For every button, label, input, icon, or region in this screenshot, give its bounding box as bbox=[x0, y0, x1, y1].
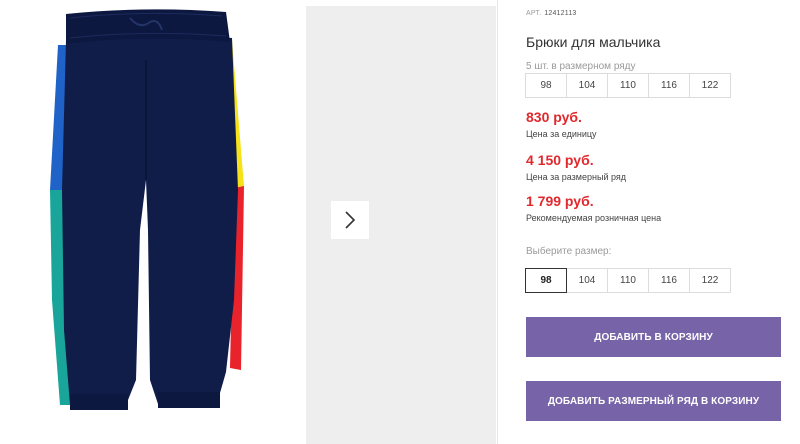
unit-price: 830 руб. bbox=[526, 109, 582, 125]
retail-price: 1 799 руб. bbox=[526, 193, 594, 209]
size-option-116[interactable]: 116 bbox=[648, 268, 690, 293]
sku: АРТ. 12412113 bbox=[526, 10, 577, 17]
sku-value: 12412113 bbox=[544, 10, 577, 17]
retail-price-caption: Рекомендуемая розничная цена bbox=[526, 213, 662, 223]
add-pack-to-cart-button[interactable]: ДОБАВИТЬ РАЗМЕРНЫЙ РЯД В КОРЗИНУ bbox=[526, 381, 781, 421]
size-option-110[interactable]: 110 bbox=[607, 268, 649, 293]
pack-price-caption: Цена за размерный ряд bbox=[526, 172, 627, 182]
size-selector: 98 104 110 116 122 bbox=[525, 268, 731, 293]
chevron-right-icon bbox=[345, 211, 356, 229]
divider bbox=[497, 0, 498, 444]
sku-label: АРТ. bbox=[526, 10, 542, 17]
size-option-104[interactable]: 104 bbox=[566, 268, 608, 293]
pack-price: 4 150 руб. bbox=[526, 152, 594, 168]
pack-size-98: 98 bbox=[525, 73, 567, 98]
unit-price-caption: Цена за единицу bbox=[526, 129, 597, 139]
size-select-caption: Выберите размер: bbox=[526, 246, 612, 257]
product-image bbox=[0, 0, 298, 444]
product-title: Брюки для мальчика bbox=[526, 34, 661, 50]
pack-caption: 5 шт. в размерном ряду bbox=[526, 61, 636, 72]
pack-size-116: 116 bbox=[648, 73, 690, 98]
size-option-98[interactable]: 98 bbox=[525, 268, 567, 293]
pack-size-110: 110 bbox=[607, 73, 649, 98]
next-image-button[interactable] bbox=[331, 201, 369, 239]
sweatpants-image bbox=[50, 9, 244, 410]
pack-size-122: 122 bbox=[689, 73, 731, 98]
pack-sizes: 98 104 110 116 122 bbox=[525, 73, 731, 98]
pack-size-104: 104 bbox=[566, 73, 608, 98]
add-to-cart-button[interactable]: ДОБАВИТЬ В КОРЗИНУ bbox=[526, 317, 781, 357]
size-option-122[interactable]: 122 bbox=[689, 268, 731, 293]
